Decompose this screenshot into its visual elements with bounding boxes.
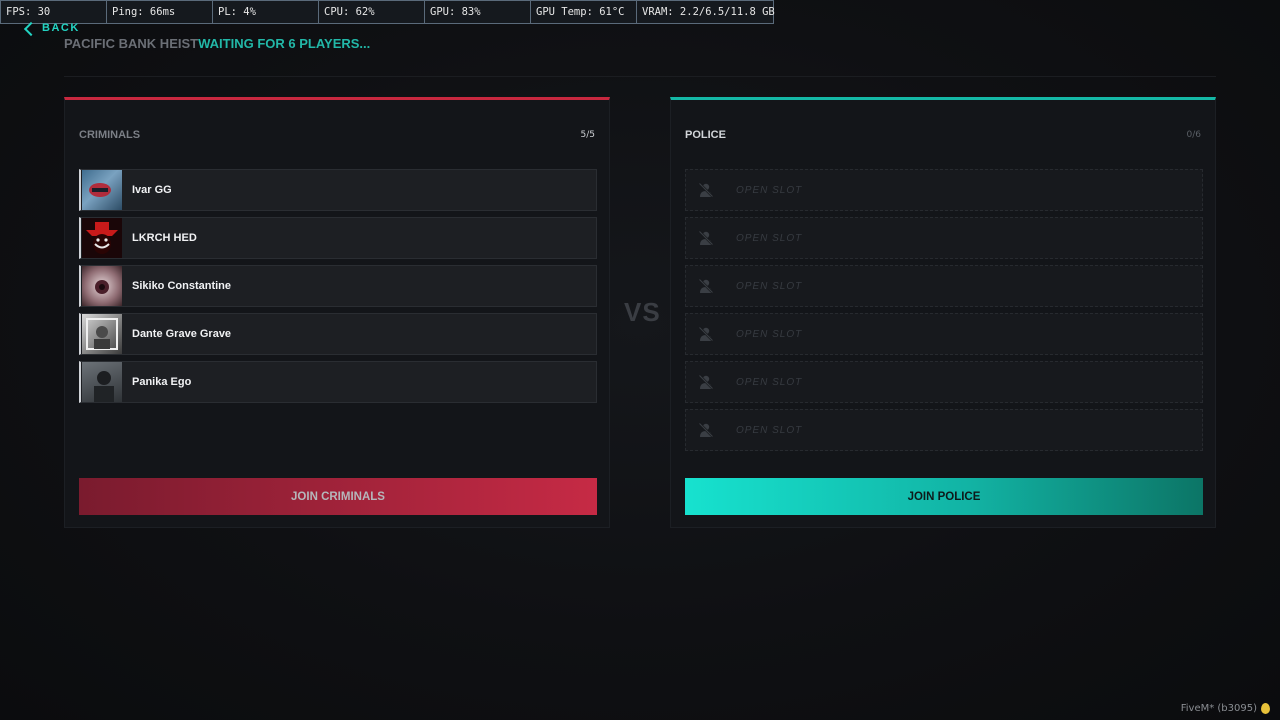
police-header: POLICE 0/6 bbox=[685, 129, 1201, 141]
build-label: FiveM* (b3095) bbox=[1180, 703, 1257, 714]
packet-loss-stat: PL: 4% bbox=[213, 1, 319, 23]
avatar bbox=[82, 314, 122, 354]
user-slash-icon bbox=[698, 182, 714, 198]
user-slash-icon bbox=[698, 374, 714, 390]
join-criminals-button[interactable]: JOIN CRIMINALS bbox=[79, 478, 597, 515]
criminals-panel: CRIMINALS 5/5 Ivar GG LKRCH HED Sikiko C… bbox=[64, 97, 610, 528]
player-slot: LKRCH HED bbox=[79, 217, 597, 259]
user-slash-icon bbox=[698, 326, 714, 342]
police-title: POLICE bbox=[685, 129, 726, 141]
fps-stat: FPS: 30 bbox=[1, 1, 107, 23]
header-divider bbox=[64, 76, 1216, 77]
back-label: BACK bbox=[42, 22, 80, 34]
criminals-count: 5/5 bbox=[580, 130, 595, 140]
ping-stat: Ping: 66ms bbox=[107, 1, 213, 23]
open-slot: OPEN SLOT bbox=[685, 217, 1203, 259]
join-police-button[interactable]: JOIN POLICE bbox=[685, 478, 1203, 515]
open-slot: OPEN SLOT bbox=[685, 313, 1203, 355]
police-count: 0/6 bbox=[1186, 130, 1201, 140]
player-name: Panika Ego bbox=[132, 376, 192, 388]
open-slot-label: OPEN SLOT bbox=[736, 184, 803, 196]
performance-overlay: FPS: 30 Ping: 66ms PL: 4% CPU: 62% GPU: … bbox=[0, 0, 775, 24]
avatar bbox=[82, 170, 122, 210]
open-slot-label: OPEN SLOT bbox=[736, 376, 803, 388]
player-slot: Ivar GG bbox=[79, 169, 597, 211]
build-info: FiveM* (b3095) bbox=[1181, 703, 1270, 714]
criminals-header: CRIMINALS 5/5 bbox=[79, 129, 595, 141]
police-roster: OPEN SLOT OPEN SLOT OPEN SLOT OPEN SLOT OPEN… bbox=[685, 169, 1203, 457]
player-slot: Sikiko Constantine bbox=[79, 265, 597, 307]
back-button[interactable]: BACK bbox=[23, 21, 80, 36]
open-slot-label: OPEN SLOT bbox=[736, 424, 803, 436]
open-slot: OPEN SLOT bbox=[685, 361, 1203, 403]
criminals-title: CRIMINALS bbox=[79, 129, 141, 141]
open-slot: OPEN SLOT bbox=[685, 265, 1203, 307]
lobby-status: WAITING FOR 6 PLAYERS... bbox=[198, 36, 371, 51]
open-slot-label: OPEN SLOT bbox=[736, 328, 803, 340]
avatar bbox=[82, 266, 122, 306]
gpu-temp-stat: GPU Temp: 61°C bbox=[531, 1, 637, 23]
open-slot: OPEN SLOT bbox=[685, 409, 1203, 451]
cpu-stat: CPU: 62% bbox=[319, 1, 425, 23]
open-slot-label: OPEN SLOT bbox=[736, 232, 803, 244]
player-name: LKRCH HED bbox=[132, 232, 197, 244]
user-slash-icon bbox=[698, 278, 714, 294]
open-slot: OPEN SLOT bbox=[685, 169, 1203, 211]
player-name: Ivar GG bbox=[132, 184, 172, 196]
chevron-left-icon bbox=[23, 21, 39, 36]
player-slot: Dante Grave Grave bbox=[79, 313, 597, 355]
vram-stat: VRAM: 2.2/6.5/11.8 GB bbox=[642, 6, 775, 18]
player-slot: Panika Ego bbox=[79, 361, 597, 403]
versus-label: VS bbox=[624, 297, 661, 327]
open-slot-label: OPEN SLOT bbox=[736, 280, 803, 292]
avatar bbox=[82, 218, 122, 258]
player-name: Dante Grave Grave bbox=[132, 328, 232, 340]
gpu-stat: GPU: 83% bbox=[425, 1, 531, 23]
police-panel: POLICE 0/6 OPEN SLOT OPEN SLOT OPEN SLOT OP… bbox=[670, 97, 1216, 528]
criminals-roster: Ivar GG LKRCH HED Sikiko Constantine Dan… bbox=[79, 169, 597, 409]
user-slash-icon bbox=[698, 230, 714, 246]
avatar bbox=[82, 362, 122, 402]
heist-name: PACIFIC BANK HEIST bbox=[64, 36, 199, 51]
fivem-logo-icon bbox=[1261, 703, 1270, 714]
page-title: PACIFIC BANK HEISTWAITING FOR 6 PLAYERS.… bbox=[64, 36, 370, 51]
user-slash-icon bbox=[698, 422, 714, 438]
player-name: Sikiko Constantine bbox=[132, 280, 232, 292]
